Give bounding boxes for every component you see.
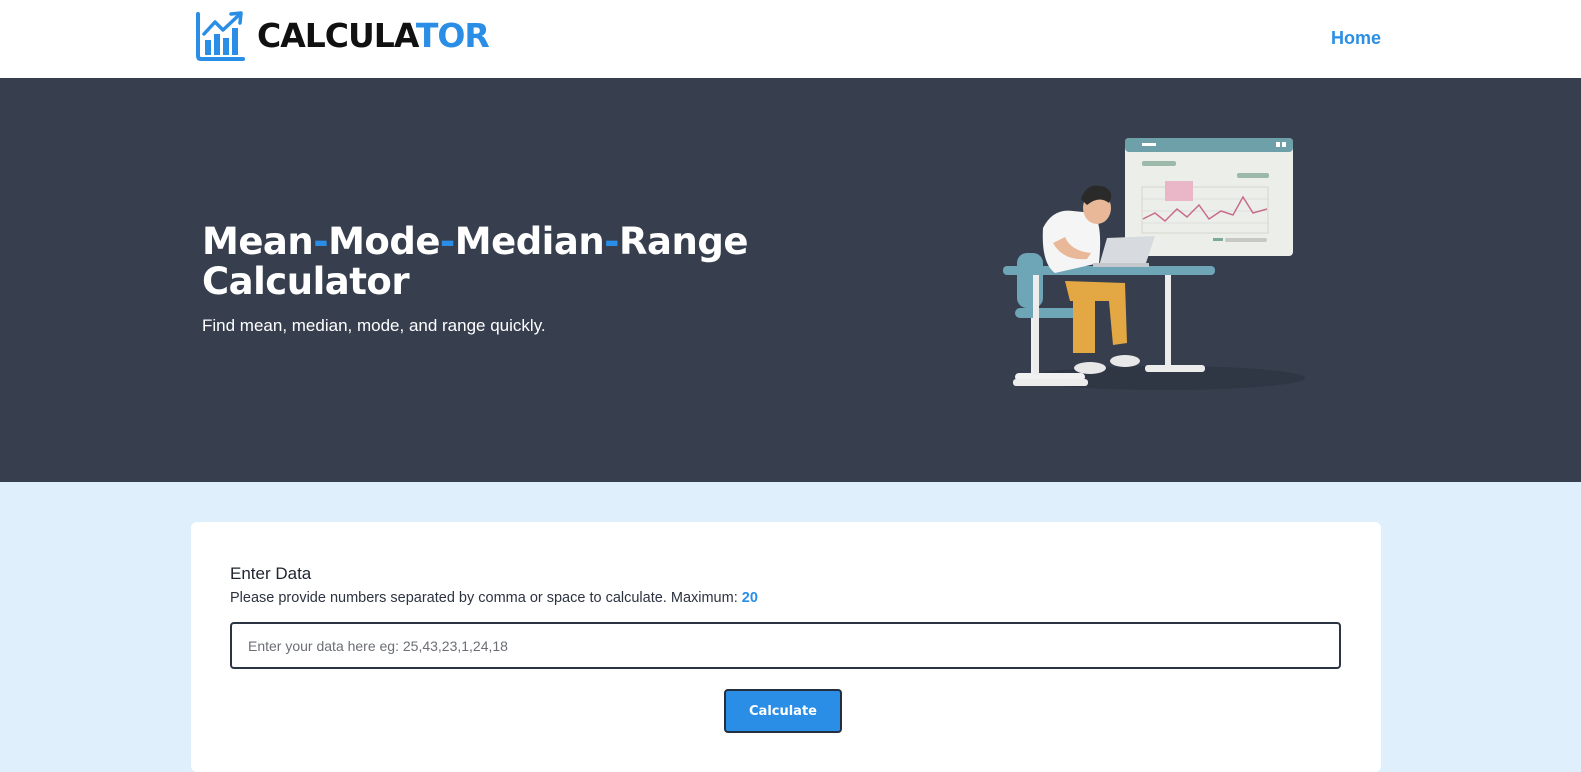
logo-text-blue: TOR bbox=[415, 16, 490, 55]
help-text: Please provide numbers separated by comm… bbox=[230, 590, 738, 606]
enter-data-label: Enter Data bbox=[230, 564, 312, 583]
data-input[interactable] bbox=[230, 622, 1341, 669]
title-dash: - bbox=[604, 220, 620, 263]
title-word-calculator: Calculator bbox=[202, 260, 410, 303]
title-word-mode: Mode bbox=[328, 220, 440, 263]
nav-home-link[interactable]: Home bbox=[1331, 28, 1381, 49]
title-word-range: Range bbox=[619, 220, 748, 263]
logo-text-dark: CALCULA bbox=[257, 16, 417, 55]
chart-logo-icon bbox=[196, 11, 245, 61]
enter-data-help: Please provide numbers separated by comm… bbox=[230, 590, 758, 606]
title-word-median: Median bbox=[454, 220, 605, 263]
title-dash: - bbox=[439, 220, 455, 263]
site-logo[interactable]: CALCULATOR bbox=[195, 10, 490, 62]
title-word-mean: Mean bbox=[202, 220, 314, 263]
title-dash: - bbox=[313, 220, 329, 263]
hero-subtitle: Find mean, median, mode, and range quick… bbox=[202, 316, 546, 335]
data-entry-card: Enter Data Please provide numbers separa… bbox=[191, 522, 1381, 772]
page-title: Mean-Mode-Median-Range Calculator bbox=[202, 222, 822, 302]
top-navbar: CALCULATOR Home bbox=[0, 0, 1581, 78]
person-at-desk-illustration bbox=[1003, 138, 1305, 390]
calculate-button[interactable]: Calculate bbox=[724, 689, 842, 733]
hero-banner: Mean-Mode-Median-Range Calculator Find me… bbox=[0, 78, 1581, 482]
max-count-value: 20 bbox=[741, 590, 758, 606]
logo-wordmark: CALCULATOR bbox=[257, 10, 490, 62]
